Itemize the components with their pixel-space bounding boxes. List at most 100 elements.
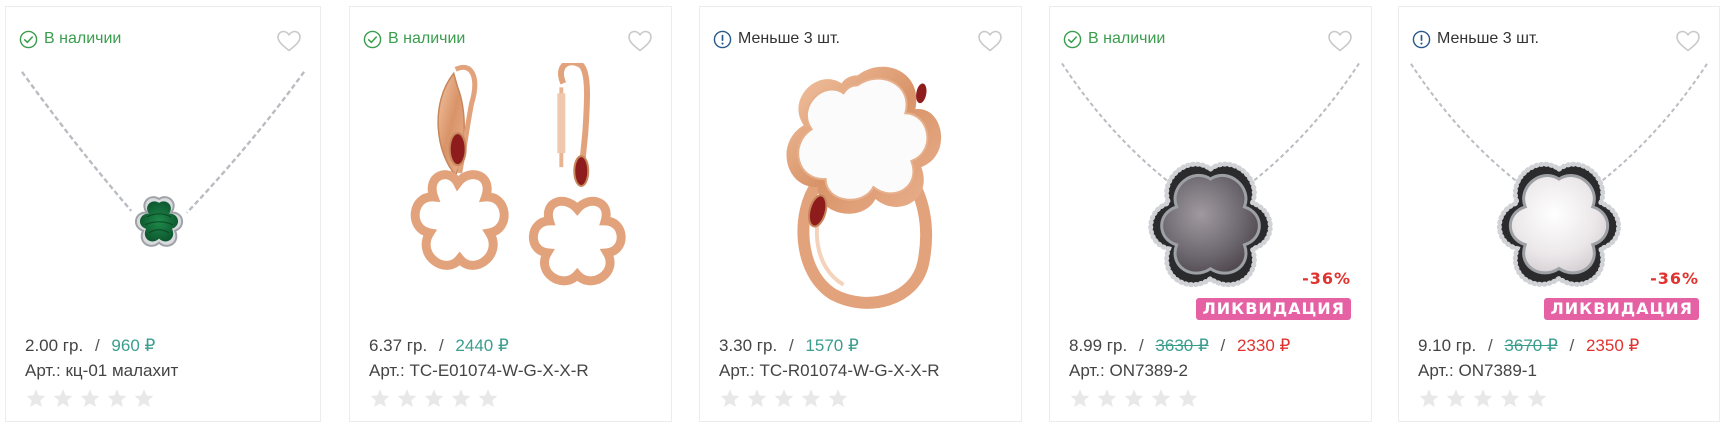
separator: / (1138, 336, 1144, 355)
star-icon[interactable] (106, 388, 128, 409)
star-icon[interactable] (450, 388, 472, 409)
price-row: 3.30 гр. / 1570 ₽ (719, 335, 859, 357)
article-number: Арт.: кц-01 малахит (25, 361, 179, 380)
rating-stars[interactable] (719, 388, 849, 409)
stock-status: Меньше 3 шт. (713, 29, 840, 49)
star-icon[interactable] (52, 388, 74, 409)
star-icon[interactable] (79, 388, 101, 409)
stock-status: В наличии (363, 29, 465, 49)
star-icon[interactable] (1472, 388, 1494, 409)
star-icon[interactable] (719, 388, 741, 409)
stock-status: В наличии (19, 29, 121, 49)
star-icon[interactable] (773, 388, 795, 409)
star-icon[interactable] (477, 388, 499, 409)
star-icon[interactable] (746, 388, 768, 409)
star-icon[interactable] (369, 388, 391, 409)
article-number: Арт.: TC-E01074-W-G-X-X-R (369, 361, 589, 380)
sale-price: 2350 ₽ (1585, 336, 1640, 355)
product-card[interactable]: В наличии 2.00 гр. / 960 ₽ Арт.: кц-01 м… (5, 6, 321, 422)
stock-status: Меньше 3 шт. (1412, 29, 1539, 49)
price-row: 9.10 гр. / 3670 ₽ / 2350 ₽ (1418, 335, 1639, 357)
product-image[interactable] (358, 63, 663, 313)
favorite-button[interactable] (1675, 29, 1701, 53)
exclamation-circle-icon (1412, 30, 1431, 49)
product-image[interactable] (708, 63, 1013, 313)
heart-icon (627, 29, 653, 53)
liquidation-badge: ЛИКВИДАЦИЯ (1196, 298, 1351, 320)
weight: 9.10 гр. (1418, 336, 1477, 355)
price-row: 6.37 гр. / 2440 ₽ (369, 335, 509, 357)
heart-icon (1675, 29, 1701, 53)
product-card[interactable]: Меньше 3 шт. 3.30 гр. / 1570 ₽ Арт.: TC-… (699, 6, 1022, 422)
star-icon[interactable] (1069, 388, 1091, 409)
product-card[interactable]: В наличии -36% ЛИКВИДАЦИЯ 8.99 гр. / 363… (1049, 6, 1372, 422)
star-icon[interactable] (1123, 388, 1145, 409)
separator: / (438, 336, 444, 355)
stock-status-label: В наличии (1088, 30, 1166, 47)
star-icon[interactable] (1177, 388, 1199, 409)
star-icon[interactable] (25, 388, 47, 409)
star-icon[interactable] (827, 388, 849, 409)
star-icon[interactable] (1526, 388, 1548, 409)
weight: 6.37 гр. (369, 336, 428, 355)
star-icon[interactable] (133, 388, 155, 409)
separator: / (1220, 336, 1226, 355)
star-icon[interactable] (396, 388, 418, 409)
rating-stars[interactable] (25, 388, 155, 409)
product-card[interactable]: Меньше 3 шт. -36% ЛИКВИДАЦИЯ 9.10 гр. / … (1398, 6, 1720, 422)
article-number: Арт.: ON7389-2 (1069, 361, 1188, 380)
product-image[interactable] (14, 63, 312, 313)
stock-status: В наличии (1063, 29, 1165, 49)
stock-status-label: Меньше 3 шт. (1437, 30, 1539, 47)
price: 960 ₽ (111, 336, 156, 355)
favorite-button[interactable] (1327, 29, 1353, 53)
price: 2440 ₽ (455, 336, 509, 355)
price-row: 8.99 гр. / 3630 ₽ / 2330 ₽ (1069, 335, 1290, 357)
separator: / (94, 336, 100, 355)
article-number: Арт.: TC-R01074-W-G-X-X-R (719, 361, 940, 380)
discount-label: -36% (1302, 269, 1351, 288)
star-icon[interactable] (1499, 388, 1521, 409)
product-card[interactable]: В наличии 6.37 гр. / 2440 ₽ Арт.: TC-E01… (349, 6, 672, 422)
ring-image (786, 66, 942, 309)
separator: / (788, 336, 794, 355)
price-row: 2.00 гр. / 960 ₽ (25, 335, 155, 357)
check-circle-icon (363, 30, 382, 49)
weight: 3.30 гр. (719, 336, 778, 355)
product-grid: В наличии 2.00 гр. / 960 ₽ Арт.: кц-01 м… (0, 0, 1729, 427)
star-icon[interactable] (1150, 388, 1172, 409)
article-number: Арт.: ON7389-1 (1418, 361, 1537, 380)
exclamation-circle-icon (713, 30, 732, 49)
star-icon[interactable] (1418, 388, 1440, 409)
earrings-image (410, 63, 626, 286)
rating-stars[interactable] (369, 388, 499, 409)
check-circle-icon (19, 30, 38, 49)
heart-icon (977, 29, 1003, 53)
star-icon[interactable] (423, 388, 445, 409)
stock-status-label: В наличии (44, 30, 122, 47)
liquidation-badge: ЛИКВИДАЦИЯ (1544, 298, 1699, 320)
favorite-button[interactable] (627, 29, 653, 53)
stock-status-label: В наличии (388, 30, 466, 47)
weight: 8.99 гр. (1069, 336, 1128, 355)
necklace-image (20, 71, 306, 247)
star-icon[interactable] (800, 388, 822, 409)
rating-stars[interactable] (1418, 388, 1548, 409)
old-price: 3630 ₽ (1155, 336, 1209, 355)
heart-icon (1327, 29, 1353, 53)
sale-price: 2330 ₽ (1236, 336, 1291, 355)
star-icon[interactable] (1096, 388, 1118, 409)
weight: 2.00 гр. (25, 336, 84, 355)
check-circle-icon (1063, 30, 1082, 49)
rating-stars[interactable] (1069, 388, 1199, 409)
discount-label: -36% (1650, 269, 1699, 288)
separator: / (1487, 336, 1493, 355)
old-price: 3670 ₽ (1504, 336, 1558, 355)
favorite-button[interactable] (977, 29, 1003, 53)
price: 1570 ₽ (805, 336, 859, 355)
separator: / (1569, 336, 1575, 355)
favorite-button[interactable] (276, 29, 302, 53)
heart-icon (276, 29, 302, 53)
star-icon[interactable] (1445, 388, 1467, 409)
stock-status-label: Меньше 3 шт. (738, 30, 840, 47)
